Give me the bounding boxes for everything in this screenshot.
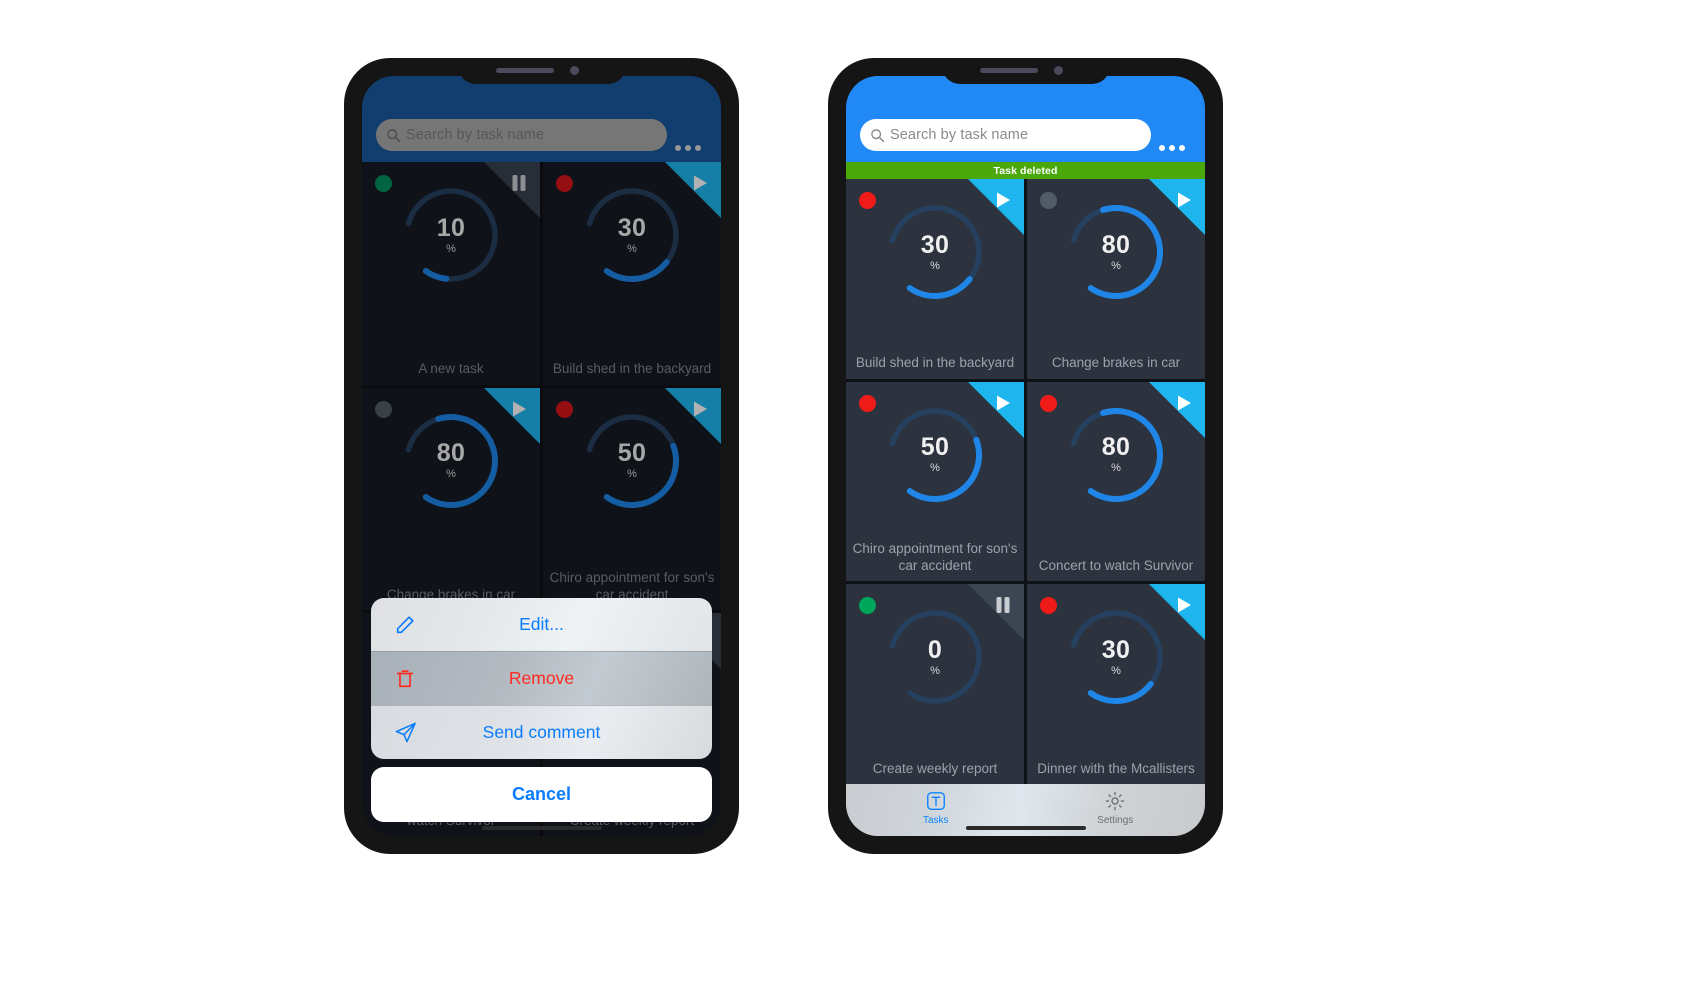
pause-badge[interactable] bbox=[968, 584, 1024, 641]
notch-left bbox=[457, 58, 626, 84]
action-sheet-item-label: Remove bbox=[508, 668, 575, 688]
pencil-icon bbox=[393, 613, 417, 637]
status-dot[interactable] bbox=[859, 394, 876, 412]
trash-icon bbox=[393, 667, 417, 691]
search-icon bbox=[871, 128, 885, 142]
action-sheet-item-remove[interactable]: Remove bbox=[371, 651, 712, 705]
tab-label: Settings bbox=[1097, 815, 1134, 826]
play-icon bbox=[997, 395, 1010, 411]
gauge-value: 30 bbox=[1101, 635, 1131, 664]
task-card[interactable]: 50% Chiro appointment for son's car accid… bbox=[846, 381, 1024, 582]
gear-icon bbox=[1104, 790, 1126, 812]
search-input[interactable]: Search by task name bbox=[860, 119, 1151, 151]
toast-banner: Task deleted bbox=[846, 162, 1205, 179]
action-sheet-item-send-comment[interactable]: Send comment bbox=[371, 705, 712, 759]
status-dot[interactable] bbox=[859, 192, 876, 209]
gauge-value: 80 bbox=[1101, 433, 1131, 462]
cancel-button[interactable]: Cancel bbox=[371, 767, 712, 822]
tab-label: Tasks bbox=[922, 815, 949, 826]
task-title: Chiro appointment for son's car accident bbox=[852, 541, 1018, 573]
gauge-unit: % bbox=[1111, 664, 1121, 677]
gauge-value: 30 bbox=[920, 230, 950, 259]
toast-text: Task deleted bbox=[993, 164, 1058, 177]
gauge-unit: % bbox=[930, 664, 940, 677]
action-sheet-item-label: Send comment bbox=[482, 722, 601, 742]
play-icon bbox=[1178, 395, 1191, 411]
status-dot[interactable] bbox=[1040, 597, 1057, 615]
task-title: Create weekly report bbox=[872, 760, 998, 776]
task-card[interactable]: 30% Build shed in the backyard bbox=[846, 179, 1024, 379]
gauge-unit: % bbox=[930, 462, 940, 475]
notch-right bbox=[941, 58, 1110, 84]
speaker-grille bbox=[495, 68, 554, 73]
status-dot[interactable] bbox=[1040, 394, 1057, 412]
play-icon bbox=[997, 192, 1010, 208]
tasks-t-icon bbox=[925, 790, 947, 812]
header-right: Search by task name bbox=[846, 76, 1205, 162]
task-card[interactable]: 30% Dinner with the Mcallisters bbox=[1027, 584, 1205, 784]
gauge-unit: % bbox=[930, 259, 940, 272]
task-title: Dinner with the Mcallisters bbox=[1037, 760, 1195, 776]
play-badge[interactable] bbox=[1149, 381, 1205, 438]
action-sheet-item-label: Edit... bbox=[519, 614, 564, 634]
task-title: Build shed in the backyard bbox=[855, 355, 1015, 371]
play-badge[interactable] bbox=[968, 381, 1024, 438]
screen-right: Search by task name Task deleted 30% Buil… bbox=[846, 76, 1205, 836]
play-badge[interactable] bbox=[1149, 179, 1205, 235]
pause-icon bbox=[996, 597, 1010, 614]
task-card[interactable]: 80% Change brakes in car bbox=[1027, 179, 1205, 379]
action-sheet-item-edit[interactable]: Edit... bbox=[371, 598, 712, 651]
home-indicator-right bbox=[965, 826, 1086, 830]
play-badge[interactable] bbox=[1149, 584, 1205, 641]
task-title: Concert to watch Survivor bbox=[1038, 557, 1194, 573]
action-sheet-group: Edit... Remove Send comment bbox=[371, 598, 712, 759]
gauge-unit: % bbox=[1111, 259, 1121, 272]
task-grid-right: 30% Build shed in the backyard 80% Change b… bbox=[846, 179, 1205, 784]
action-sheet: Edit... Remove Send comment Cancel bbox=[371, 598, 712, 822]
phone-right: Search by task name Task deleted 30% Buil… bbox=[828, 58, 1223, 854]
task-card[interactable]: 80% Concert to watch Survivor bbox=[1027, 381, 1205, 582]
cancel-label: Cancel bbox=[511, 784, 572, 804]
gauge-value: 50 bbox=[920, 433, 950, 462]
more-horizontal-icon[interactable] bbox=[1153, 144, 1191, 151]
search-placeholder: Search by task name bbox=[890, 127, 1029, 143]
status-dot[interactable] bbox=[1040, 192, 1057, 209]
phone-left: Search by task name 10% A new task 30% Buil… bbox=[344, 58, 739, 854]
paper-plane-icon bbox=[393, 721, 417, 745]
play-icon bbox=[1178, 597, 1191, 613]
play-badge[interactable] bbox=[968, 179, 1024, 235]
front-camera bbox=[569, 66, 579, 75]
gauge-unit: % bbox=[1111, 462, 1121, 475]
gauge-value: 80 bbox=[1101, 230, 1131, 259]
play-icon bbox=[1178, 192, 1191, 208]
task-card[interactable]: 0% Create weekly report bbox=[846, 584, 1024, 784]
home-indicator-left bbox=[481, 826, 602, 830]
gauge-value: 0 bbox=[927, 635, 943, 664]
screen-left: Search by task name 10% A new task 30% Buil… bbox=[362, 76, 721, 836]
speaker-grille bbox=[979, 68, 1038, 73]
screenshot-canvas: Search by task name 10% A new task 30% Buil… bbox=[0, 0, 1701, 992]
status-dot[interactable] bbox=[859, 597, 876, 615]
front-camera bbox=[1053, 66, 1063, 75]
task-title: Change brakes in car bbox=[1051, 355, 1181, 371]
